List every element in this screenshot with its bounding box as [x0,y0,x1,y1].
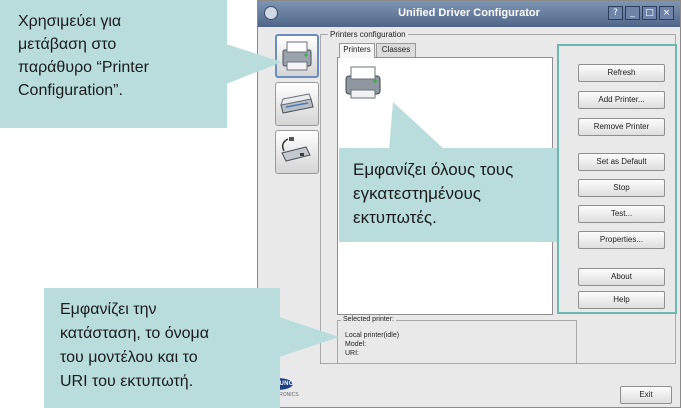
callout-installed-printers-line-3: εκτυπωτές. [353,208,437,227]
close-icon[interactable]: × [659,6,674,20]
exit-button[interactable]: Exit [620,386,672,404]
callout-printer-status-line-4: URI του εκτυπωτή. [60,373,194,390]
remove-printer-button[interactable]: Remove Printer [578,118,665,136]
callout-printer-status-line-3: του μοντέλου και το [60,349,198,366]
set-default-button[interactable]: Set as Default [578,153,665,171]
selected-printer-group [337,320,577,364]
callout-printer-config-line-2: μετάβαση στο [18,36,117,53]
callout-printer-config-line-3: παράθυρο “Printer [18,59,149,76]
about-button[interactable]: About [578,268,665,286]
callout-printer-config: Χρησιμεύει για μετάβαση στο παράθυρο “Pr… [0,0,227,128]
maximize-icon[interactable]: □ [642,6,657,20]
test-button[interactable]: Test... [578,205,665,223]
callout-arrow-top [226,44,282,84]
port-icon [281,137,311,162]
callout-installed-printers-line-1: Εμφανίζει όλους τους [353,160,514,179]
sidebar-item-scanners[interactable] [275,82,319,126]
properties-button[interactable]: Properties... [578,231,665,249]
stop-button[interactable]: Stop [578,179,665,197]
installed-printer-icon[interactable] [342,62,386,102]
callout-printer-config-line-4: Configuration”. [18,82,123,99]
tab-printers[interactable]: Printers [339,43,375,58]
help-icon[interactable]: ? [608,6,623,20]
printer-uri: URI: [345,350,359,357]
help-button[interactable]: Help [578,291,665,309]
sidebar-item-ports[interactable] [275,130,319,174]
callout-printer-status-line-2: κατάσταση, το όνομα [60,325,209,342]
scanner-icon [280,93,314,114]
tab-classes[interactable]: Classes [376,43,416,57]
callout-printer-status: Εμφανίζει την κατάσταση, το όνομα του μο… [44,288,280,408]
callout-printer-status-line-1: Εμφανίζει την [60,301,157,318]
refresh-button[interactable]: Refresh [578,64,665,82]
callout-arrow-bottom [279,317,339,357]
printers-config-label: Printers configuration [328,30,408,39]
callout-arrow-middle [389,102,445,150]
callout-printer-config-line-1: Χρησιμεύει για [18,13,122,30]
printer-status: Local printer(idle) [345,332,400,339]
callout-installed-printers-line-2: εγκατεστημένους [353,184,481,203]
printer-model: Model: [345,341,367,348]
title-bar[interactable]: Unified Driver Configurator ? _ □ × [258,1,680,27]
selected-printer-label: Selected printer: [341,316,396,323]
callout-installed-printers: Εμφανίζει όλους τους εγκατεστημένους εκτ… [339,148,557,242]
add-printer-button[interactable]: Add Printer... [578,91,665,109]
minimize-icon[interactable]: _ [625,6,640,20]
